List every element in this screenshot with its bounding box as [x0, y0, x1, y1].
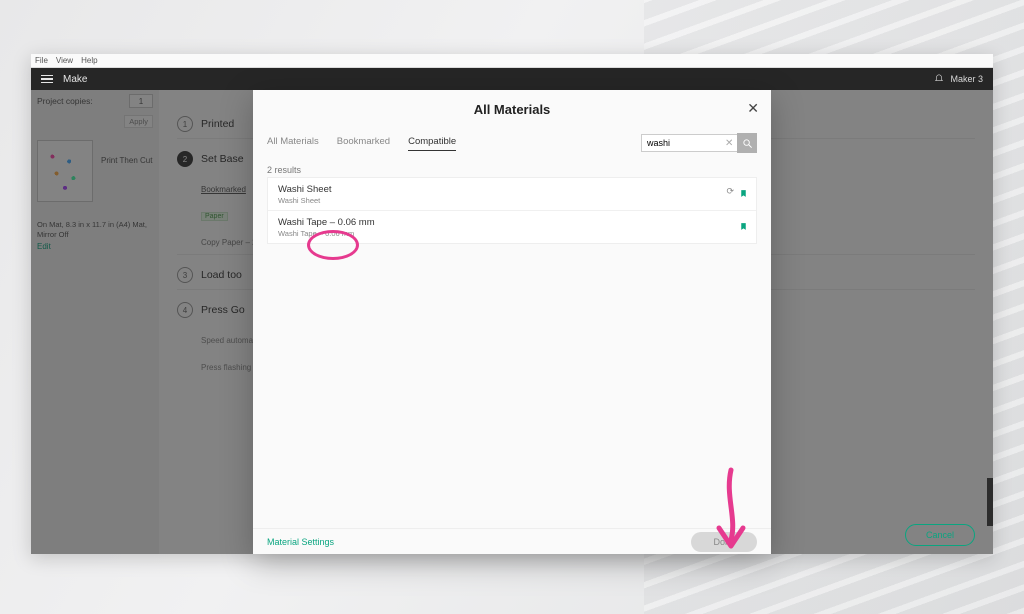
material-settings-link[interactable]: Material Settings: [267, 537, 334, 547]
app-title: Make: [63, 74, 87, 85]
done-button[interactable]: Done: [691, 532, 757, 552]
results-count: 2 results: [253, 159, 771, 177]
cancel-button[interactable]: Cancel: [905, 524, 975, 546]
hamburger-icon[interactable]: [41, 75, 53, 84]
bookmark-icon[interactable]: [739, 186, 748, 204]
tab-bookmarked[interactable]: Bookmarked: [337, 136, 390, 150]
app-window: File View Help Make Maker 3 Project copi…: [31, 54, 993, 554]
app-toolbar: Make Maker 3: [31, 68, 993, 90]
modal-footer: Material Settings Done: [253, 528, 771, 554]
result-list: Washi Sheet Washi Sheet ⟳ Washi Tape – 0…: [267, 177, 757, 244]
bell-icon: [934, 74, 944, 84]
result-item-washi-tape[interactable]: Washi Tape – 0.06 mm Washi Tape – 0.06 m…: [268, 211, 756, 243]
menubar: File View Help: [31, 54, 993, 68]
result-title: Washi Tape – 0.06 mm: [278, 217, 746, 228]
result-sub: Washi Tape – 0.06 mm: [278, 229, 746, 238]
menu-view[interactable]: View: [56, 56, 73, 65]
refresh-icon[interactable]: ⟳: [726, 186, 734, 197]
tab-all-materials[interactable]: All Materials: [267, 136, 319, 150]
tab-compatible[interactable]: Compatible: [408, 136, 456, 151]
search-button[interactable]: [737, 133, 757, 153]
materials-modal: All Materials ✕ All Materials Bookmarked…: [253, 90, 771, 554]
result-title: Washi Sheet: [278, 184, 746, 195]
device-indicator[interactable]: Maker 3: [934, 74, 983, 84]
modal-tabs: All Materials Bookmarked Compatible ✕: [253, 125, 771, 159]
result-item-washi-sheet[interactable]: Washi Sheet Washi Sheet ⟳: [268, 178, 756, 211]
crop-artifact: [987, 478, 993, 526]
bookmark-icon[interactable]: [739, 219, 748, 237]
menu-help[interactable]: Help: [81, 56, 97, 65]
device-name: Maker 3: [950, 74, 983, 84]
result-sub: Washi Sheet: [278, 196, 746, 205]
menu-file[interactable]: File: [35, 56, 48, 65]
modal-title: All Materials: [253, 102, 771, 117]
close-icon[interactable]: ✕: [747, 100, 759, 117]
